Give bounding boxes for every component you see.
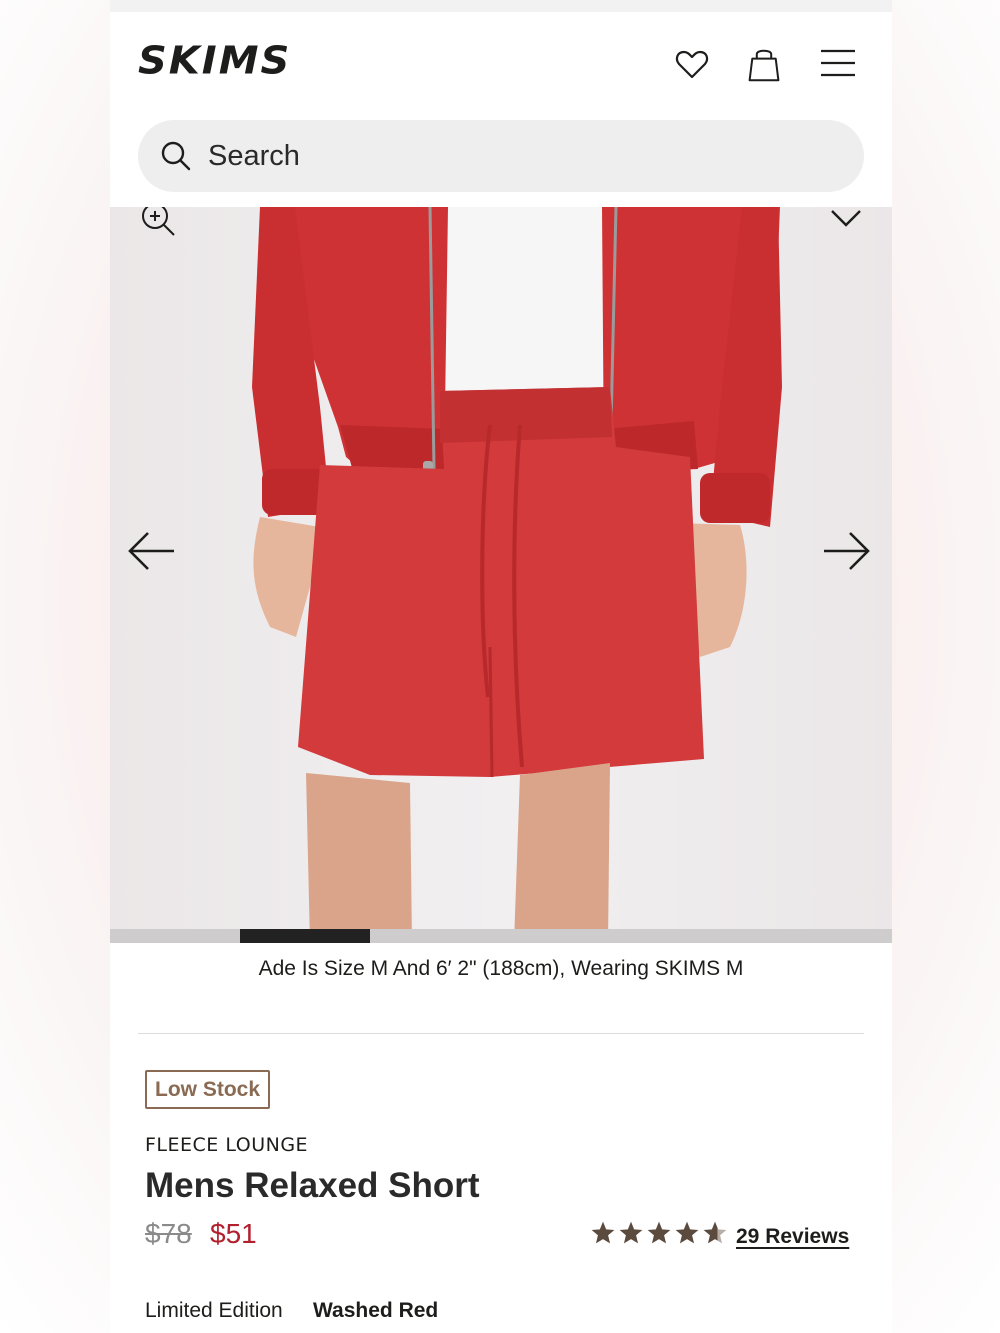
arrow-right-icon[interactable] — [822, 529, 872, 573]
product-page: SKIMS Search Ade Is Size M And 6′ 2" (18… — [110, 0, 892, 1333]
shopping-bag-icon[interactable] — [746, 46, 782, 82]
chevron-down-icon[interactable] — [828, 207, 864, 233]
gallery-progress-bar[interactable] — [110, 929, 892, 943]
model-size-caption: Ade Is Size M And 6′ 2" (188cm), Wearing… — [258, 957, 744, 980]
original-price: $78 — [145, 1218, 192, 1249]
reviews-link[interactable]: 29 Reviews — [736, 1225, 849, 1249]
collection-label[interactable]: FLEECE LOUNGE — [145, 1134, 308, 1156]
product-image-gallery[interactable] — [110, 207, 892, 943]
search-input[interactable] — [208, 139, 808, 173]
product-photo — [252, 207, 782, 943]
gallery-progress-indicator — [240, 929, 370, 943]
hamburger-menu-icon[interactable] — [820, 46, 856, 82]
star-icon — [647, 1221, 671, 1244]
skims-logo[interactable]: SKIMS — [138, 39, 291, 83]
search-bar[interactable] — [138, 120, 864, 192]
site-header: SKIMS — [110, 12, 892, 207]
product-title: Mens Relaxed Short — [145, 1166, 480, 1205]
star-half-icon — [703, 1221, 727, 1244]
star-icon — [591, 1221, 615, 1244]
edition-label: Limited Edition — [145, 1299, 283, 1322]
heart-icon[interactable] — [674, 46, 710, 82]
sale-price: $51 — [210, 1218, 257, 1249]
star-icon — [675, 1221, 699, 1244]
selected-color-name: Washed Red — [313, 1299, 439, 1322]
search-icon — [161, 141, 191, 171]
arrow-left-icon[interactable] — [126, 529, 176, 573]
stock-badge: Low Stock — [145, 1070, 271, 1109]
star-icon — [619, 1221, 643, 1244]
rating-stars[interactable] — [590, 1220, 728, 1246]
divider — [138, 1033, 864, 1034]
zoom-in-icon[interactable] — [138, 207, 178, 239]
